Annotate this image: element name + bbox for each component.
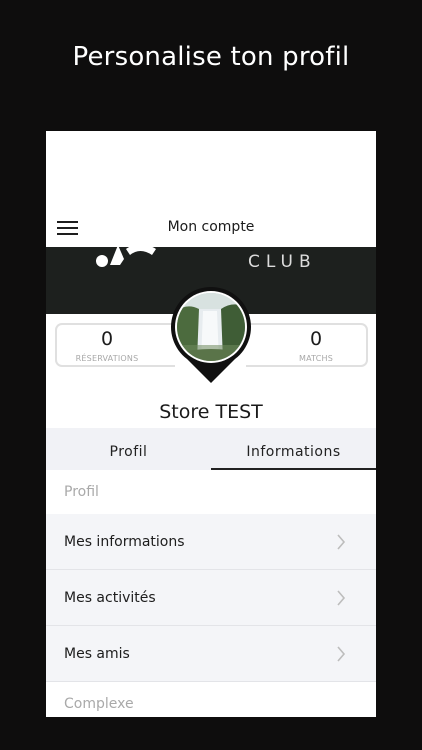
list-item-mes-informations[interactable]: Mes informations: [46, 514, 376, 570]
club-logo-icon: [96, 247, 156, 267]
list-item-label: Mes informations: [64, 534, 185, 550]
club-wordmark: CLUB: [248, 252, 317, 272]
section-header-profil: Profil: [46, 470, 376, 514]
app-screen: Mon compte CLUB 0 RÉSERVATIONS 0 MATCHS: [46, 131, 376, 717]
promo-headline: Personalise ton profil: [72, 42, 350, 72]
chevron-right-icon: [337, 534, 346, 550]
reservations-stat[interactable]: 0 RÉSERVATIONS: [55, 323, 175, 367]
reservations-count: 0: [100, 328, 114, 350]
matchs-label: MATCHS: [298, 354, 334, 363]
top-navigation-bar: Mon compte: [46, 131, 376, 247]
matchs-count: 0: [309, 328, 323, 350]
list-item-label: Mes activités: [64, 590, 156, 606]
tab-profil[interactable]: Profil: [46, 428, 211, 470]
page-title: Mon compte: [167, 219, 255, 235]
waterfall-landscape-photo: [177, 293, 245, 361]
matchs-stat[interactable]: 0 MATCHS: [246, 323, 368, 367]
section-header-complexe: Complexe: [46, 682, 376, 717]
list-item-mes-amis[interactable]: Mes amis: [46, 626, 376, 682]
chevron-right-icon: [337, 590, 346, 606]
profile-tabs: Profil Informations: [46, 428, 376, 470]
avatar[interactable]: [177, 293, 245, 361]
profile-name: Store TEST: [159, 401, 263, 423]
tab-informations[interactable]: Informations: [211, 428, 376, 470]
list-item-label: Mes amis: [64, 646, 130, 662]
chevron-right-icon: [337, 646, 346, 662]
list-item-mes-activites[interactable]: Mes activités: [46, 570, 376, 626]
reservations-label: RÉSERVATIONS: [75, 354, 139, 363]
